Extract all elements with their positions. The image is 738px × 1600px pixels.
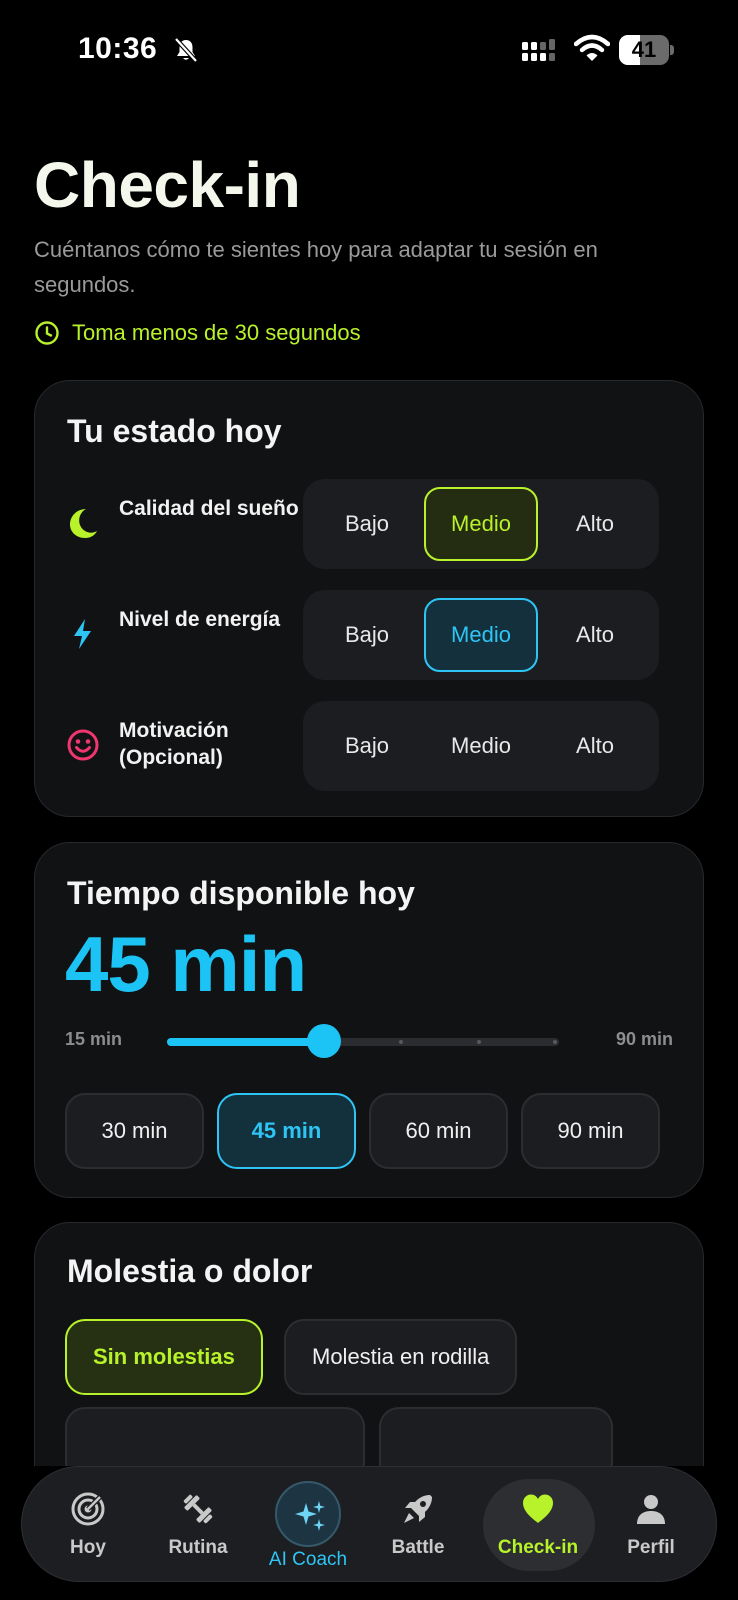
motivation-option-alto[interactable]: Alto (538, 709, 652, 783)
slider-tick (553, 1040, 557, 1044)
time-chip-30[interactable]: 30 min (65, 1093, 204, 1169)
nav-item-rutina[interactable]: Rutina (143, 1467, 253, 1583)
bolt-icon (74, 619, 91, 649)
nav-item-check-in[interactable]: Check-in (483, 1467, 593, 1583)
battery-indicator: 41 (619, 35, 674, 65)
energy-level-row: Nivel de energía Bajo Medio Alto (35, 590, 705, 680)
nav-label: AI Coach (268, 1549, 348, 1570)
time-chip-90[interactable]: 90 min (521, 1093, 660, 1169)
slider-tick (399, 1040, 403, 1044)
slider-tick (477, 1040, 481, 1044)
rocket-icon (404, 1495, 432, 1523)
dumbbell-icon (183, 1494, 213, 1524)
motivation-option-medio[interactable]: Medio (424, 709, 538, 783)
bottom-nav: Hoy Rutina AI Coach Battle Check-in Perf… (21, 1466, 717, 1582)
pain-chip-rodilla[interactable]: Molestia en rodilla (284, 1319, 518, 1395)
nav-item-perfil[interactable]: Perfil (596, 1467, 706, 1583)
motivation-row: Motivación (Opcional) Bajo Medio Alto (35, 701, 705, 791)
energy-level-selector: Bajo Medio Alto (303, 590, 659, 680)
nav-label: Rutina (168, 1537, 228, 1558)
page-title: Check-in (34, 149, 301, 221)
nav-item-battle[interactable]: Battle (363, 1467, 473, 1583)
sleep-option-medio[interactable]: Medio (424, 487, 538, 561)
status-time: 10:36 (78, 32, 158, 65)
nav-label: Hoy (70, 1537, 106, 1558)
time-hint-text: Toma menos de 30 segundos (72, 320, 361, 345)
nav-label: Battle (391, 1537, 445, 1558)
heart-icon (523, 1494, 553, 1523)
sleep-option-bajo[interactable]: Bajo (310, 487, 424, 561)
slider-min-label: 15 min (65, 1029, 123, 1049)
pain-card-title: Molestia o dolor (67, 1253, 313, 1289)
motivation-label: Motivación (Opcional) (119, 719, 229, 769)
checkin-screen: 10:36 41 Check-in Cuéntanos cómo te sien… (0, 0, 738, 1600)
pain-chip-sin-molestias[interactable]: Sin molestias (65, 1319, 263, 1395)
slider-fill (167, 1038, 324, 1046)
sleep-option-alto[interactable]: Alto (538, 487, 652, 561)
motivation-selector: Bajo Medio Alto (303, 701, 659, 791)
sparkles-icon (295, 1501, 325, 1531)
moon-icon (70, 509, 97, 538)
time-slider[interactable] (167, 1024, 559, 1058)
state-card-title: Tu estado hoy (67, 413, 282, 449)
state-card: Tu estado hoy Calidad del sueño Bajo Med… (34, 380, 704, 817)
energy-level-label: Nivel de energía (119, 608, 281, 631)
nav-item-hoy[interactable]: Hoy (33, 1467, 143, 1583)
time-card: Tiempo disponible hoy 45 min 15 min 90 m… (34, 842, 704, 1198)
cellular-signal-icon (522, 39, 555, 61)
target-icon (71, 1492, 105, 1526)
sleep-quality-selector: Bajo Medio Alto (303, 479, 659, 569)
nav-label: Perfil (627, 1537, 675, 1558)
time-card-title: Tiempo disponible hoy (67, 875, 415, 911)
time-value: 45 min (65, 920, 307, 1008)
motivation-option-bajo[interactable]: Bajo (310, 709, 424, 783)
energy-option-bajo[interactable]: Bajo (310, 598, 424, 672)
clock-icon (35, 321, 59, 345)
slider-max-label: 90 min (615, 1029, 673, 1049)
nav-item-ai-coach[interactable]: AI Coach (253, 1467, 363, 1583)
wifi-icon (574, 34, 610, 61)
energy-option-medio[interactable]: Medio (424, 598, 538, 672)
time-chip-45[interactable]: 45 min (217, 1093, 356, 1169)
time-hint: Toma menos de 30 segundos (34, 316, 361, 350)
ai-coach-button (275, 1481, 341, 1547)
sleep-quality-row: Calidad del sueño Bajo Medio Alto (35, 479, 705, 569)
person-icon (637, 1495, 665, 1524)
sleep-quality-label: Calidad del sueño (119, 497, 299, 520)
nav-label: Check-in (497, 1537, 579, 1558)
bell-slash-icon (174, 37, 198, 63)
time-chip-group: 30 min 45 min 60 min 90 min (65, 1093, 661, 1169)
slider-thumb[interactable] (307, 1024, 341, 1058)
time-chip-60[interactable]: 60 min (369, 1093, 508, 1169)
status-bar: 10:36 41 (0, 0, 738, 100)
energy-option-alto[interactable]: Alto (538, 598, 652, 672)
battery-level: 41 (631, 37, 657, 62)
page-subtitle: Cuéntanos cómo te sientes hoy para adapt… (34, 237, 598, 297)
smiley-icon (67, 729, 99, 761)
